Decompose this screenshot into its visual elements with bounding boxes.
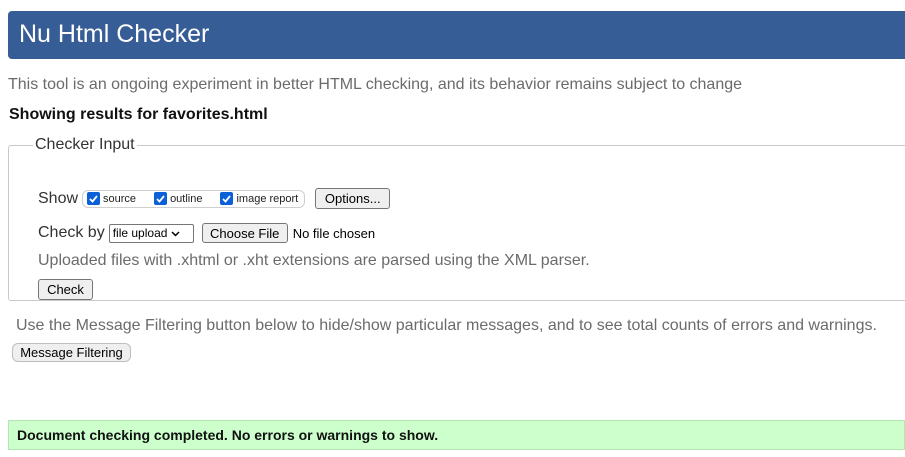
show-row: Show source outline image report Options… <box>38 188 391 209</box>
chevron-down-icon <box>171 226 180 240</box>
source-checkbox-label[interactable]: source <box>103 193 136 205</box>
outline-checkbox-label[interactable]: outline <box>170 193 202 205</box>
check-button[interactable]: Check <box>38 279 93 300</box>
result-success-message: Document checking completed. No errors o… <box>8 420 905 450</box>
outline-checkbox[interactable] <box>154 192 168 205</box>
check-by-label: Check by <box>38 224 105 241</box>
file-status: No file chosen <box>292 225 376 241</box>
image-report-checkbox-label[interactable]: image report <box>236 193 298 205</box>
results-title: Showing results for favorites.html <box>9 106 268 123</box>
source-checkbox[interactable] <box>87 192 101 205</box>
message-filtering-button[interactable]: Message Filtering <box>12 343 131 362</box>
show-options-group: source outline image report <box>82 189 306 208</box>
checker-input-legend: Checker Input <box>35 136 135 153</box>
options-button[interactable]: Options... <box>315 188 391 209</box>
message-filtering-note: Use the Message Filtering button below t… <box>16 317 877 334</box>
choose-file-button[interactable]: Choose File <box>201 223 288 243</box>
image-report-checkbox[interactable] <box>220 192 234 205</box>
check-by-select[interactable]: file upload <box>108 223 194 243</box>
page-header: Nu Html Checker <box>8 11 905 59</box>
page-title: Nu Html Checker <box>19 20 210 48</box>
show-label: Show <box>38 189 79 207</box>
check-by-row: Check by file upload Choose File No file… <box>38 223 375 243</box>
checker-input-fieldset: Checker Input Show source outline image … <box>8 136 905 301</box>
xml-parser-note: Uploaded files with .xhtml or .xht exten… <box>38 252 590 269</box>
tagline: This tool is an ongoing experiment in be… <box>8 76 743 93</box>
check-by-selected-value: file upload <box>112 226 168 240</box>
